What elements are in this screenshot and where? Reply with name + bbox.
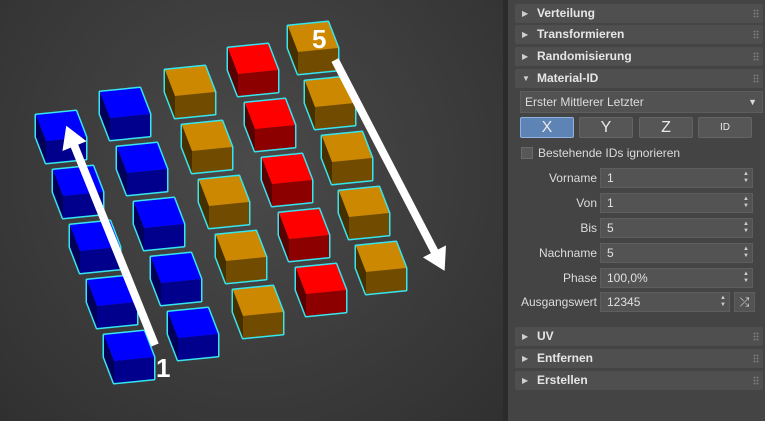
blue-cube-column-1-cube-front — [97, 302, 137, 328]
rollout-title: Material-ID — [537, 71, 599, 85]
3d-viewport[interactable]: 15 — [0, 0, 503, 421]
orange-cube-column-1-cube-front — [243, 312, 283, 338]
ignore-existing-ids-label: Bestehende IDs ignorieren — [538, 146, 681, 160]
expand-triangle-icon: ▶ — [522, 52, 529, 61]
rollout-randomisierung[interactable]: ▶ Randomisierung — [515, 47, 763, 66]
spinner-arrows-icon[interactable]: ▲ ▼ — [743, 271, 749, 285]
nachname-label: Nachname — [538, 246, 597, 260]
spinner-arrows-icon[interactable]: ▲ ▼ — [743, 221, 749, 235]
vorname-label: Vorname — [548, 171, 597, 185]
bis-spinner[interactable]: 5 ▲ ▼ — [600, 218, 753, 238]
blue-cube-column-1-cube-front — [114, 357, 154, 383]
red-cube-column-cube-front — [255, 125, 295, 151]
rollout-uv[interactable]: ▶ UV — [515, 327, 763, 346]
cube-grid-scene: 15 — [34, 20, 447, 385]
rollout-title: Verteilung — [537, 6, 596, 20]
red-cube-column-cube-front — [238, 70, 278, 96]
rollout-material-id[interactable]: ▼ Material-ID — [515, 69, 763, 88]
orange-cube-column-1-cube-front — [192, 147, 232, 173]
grip-icon — [753, 9, 759, 18]
ausgangswert-spinner[interactable]: 12345 ▲ ▼ — [600, 292, 730, 312]
nachname-spinner[interactable]: 5 ▲ ▼ — [600, 243, 753, 263]
dropdown-value: Erster Mittlerer Letzter — [525, 95, 644, 109]
grip-icon — [753, 376, 759, 385]
expand-triangle-icon: ▶ — [522, 9, 529, 18]
grip-icon — [753, 52, 759, 61]
rollout-title: UV — [537, 329, 554, 343]
spinner-value: 5 — [607, 246, 614, 260]
axis-x-button[interactable]: X — [520, 117, 574, 138]
expand-triangle-icon: ▶ — [522, 332, 529, 341]
start-index-label: 1 — [156, 353, 170, 383]
vorname-spinner[interactable]: 1 ▲ ▼ — [600, 168, 753, 188]
rollout-verteilung[interactable]: ▶ Verteilung — [515, 4, 763, 23]
blue-cube-column-2-cube-front — [144, 224, 184, 250]
grip-icon — [753, 332, 759, 341]
rollout-title: Erstellen — [537, 373, 588, 387]
axis-id-button[interactable]: ID — [698, 117, 752, 138]
phase-spinner[interactable]: 100,0% ▲ ▼ — [600, 268, 753, 288]
bis-label: Bis — [580, 221, 597, 235]
spinner-arrows-icon[interactable]: ▲ ▼ — [743, 246, 749, 260]
ignore-existing-ids-checkbox[interactable] — [521, 147, 533, 159]
phase-label: Phase — [562, 271, 597, 285]
spinner-arrows-icon[interactable]: ▲ ▼ — [720, 295, 726, 309]
blue-cube-column-2-cube-front — [127, 169, 167, 195]
rollout-entfernen[interactable]: ▶ Entfernen — [515, 349, 763, 368]
grip-icon — [753, 354, 759, 363]
axis-y-button[interactable]: Y — [579, 117, 633, 138]
blue-cube-column-2-cube-front — [161, 279, 201, 305]
spinner-arrows-icon[interactable]: ▲ ▼ — [743, 171, 749, 185]
expand-triangle-icon: ▶ — [522, 376, 529, 385]
spinner-value: 12345 — [607, 295, 641, 309]
rollout-erstellen[interactable]: ▶ Erstellen — [515, 371, 763, 390]
ausgangswert-label: Ausgangswert — [520, 295, 597, 309]
dropdown-arrow-icon: ▼ — [748, 97, 757, 107]
blue-cube-column-2-cube-front — [110, 114, 150, 140]
grip-icon — [753, 30, 759, 39]
shuffle-icon[interactable]: ⤮ — [734, 292, 755, 312]
orange-cube-column-2-cube-front — [366, 268, 406, 294]
id-mode-dropdown[interactable]: Erster Mittlerer Letzter ▼ — [520, 91, 763, 113]
spinner-value: 1 — [607, 196, 614, 210]
spinner-value: 100,0% — [607, 271, 648, 285]
red-cube-column-cube-front — [289, 235, 329, 261]
orange-cube-column-1-cube-front — [175, 92, 215, 118]
rollout-transformieren[interactable]: ▶ Transformieren — [515, 25, 763, 44]
orange-cube-column-2-cube-front — [315, 103, 355, 129]
collapse-triangle-icon: ▼ — [522, 74, 530, 83]
spinner-value: 1 — [607, 171, 614, 185]
red-cube-column-cube-front — [306, 290, 346, 316]
command-panel: ▶ Verteilung ▶ Transformieren ▶ Randomis… — [508, 0, 765, 421]
expand-triangle-icon: ▶ — [522, 354, 529, 363]
axis-z-button[interactable]: Z — [639, 117, 693, 138]
orange-cube-column-2-cube-front — [349, 213, 389, 239]
end-index-label: 5 — [312, 24, 326, 54]
expand-triangle-icon: ▶ — [522, 30, 529, 39]
grip-icon — [753, 74, 759, 83]
orange-cube-column-2-cube-front — [332, 158, 372, 184]
spinner-value: 5 — [607, 221, 614, 235]
orange-cube-column-1-cube-front — [226, 257, 266, 283]
rollout-title: Randomisierung — [537, 49, 632, 63]
red-cube-column-cube-front — [272, 180, 312, 206]
blue-cube-column-2-cube-front — [178, 334, 218, 360]
rollout-title: Transformieren — [537, 27, 625, 41]
orange-cube-column-1-cube-front — [209, 202, 249, 228]
spinner-arrows-icon[interactable]: ▲ ▼ — [743, 196, 749, 210]
von-label: Von — [576, 196, 597, 210]
rollout-title: Entfernen — [537, 351, 594, 365]
von-spinner[interactable]: 1 ▲ ▼ — [600, 193, 753, 213]
